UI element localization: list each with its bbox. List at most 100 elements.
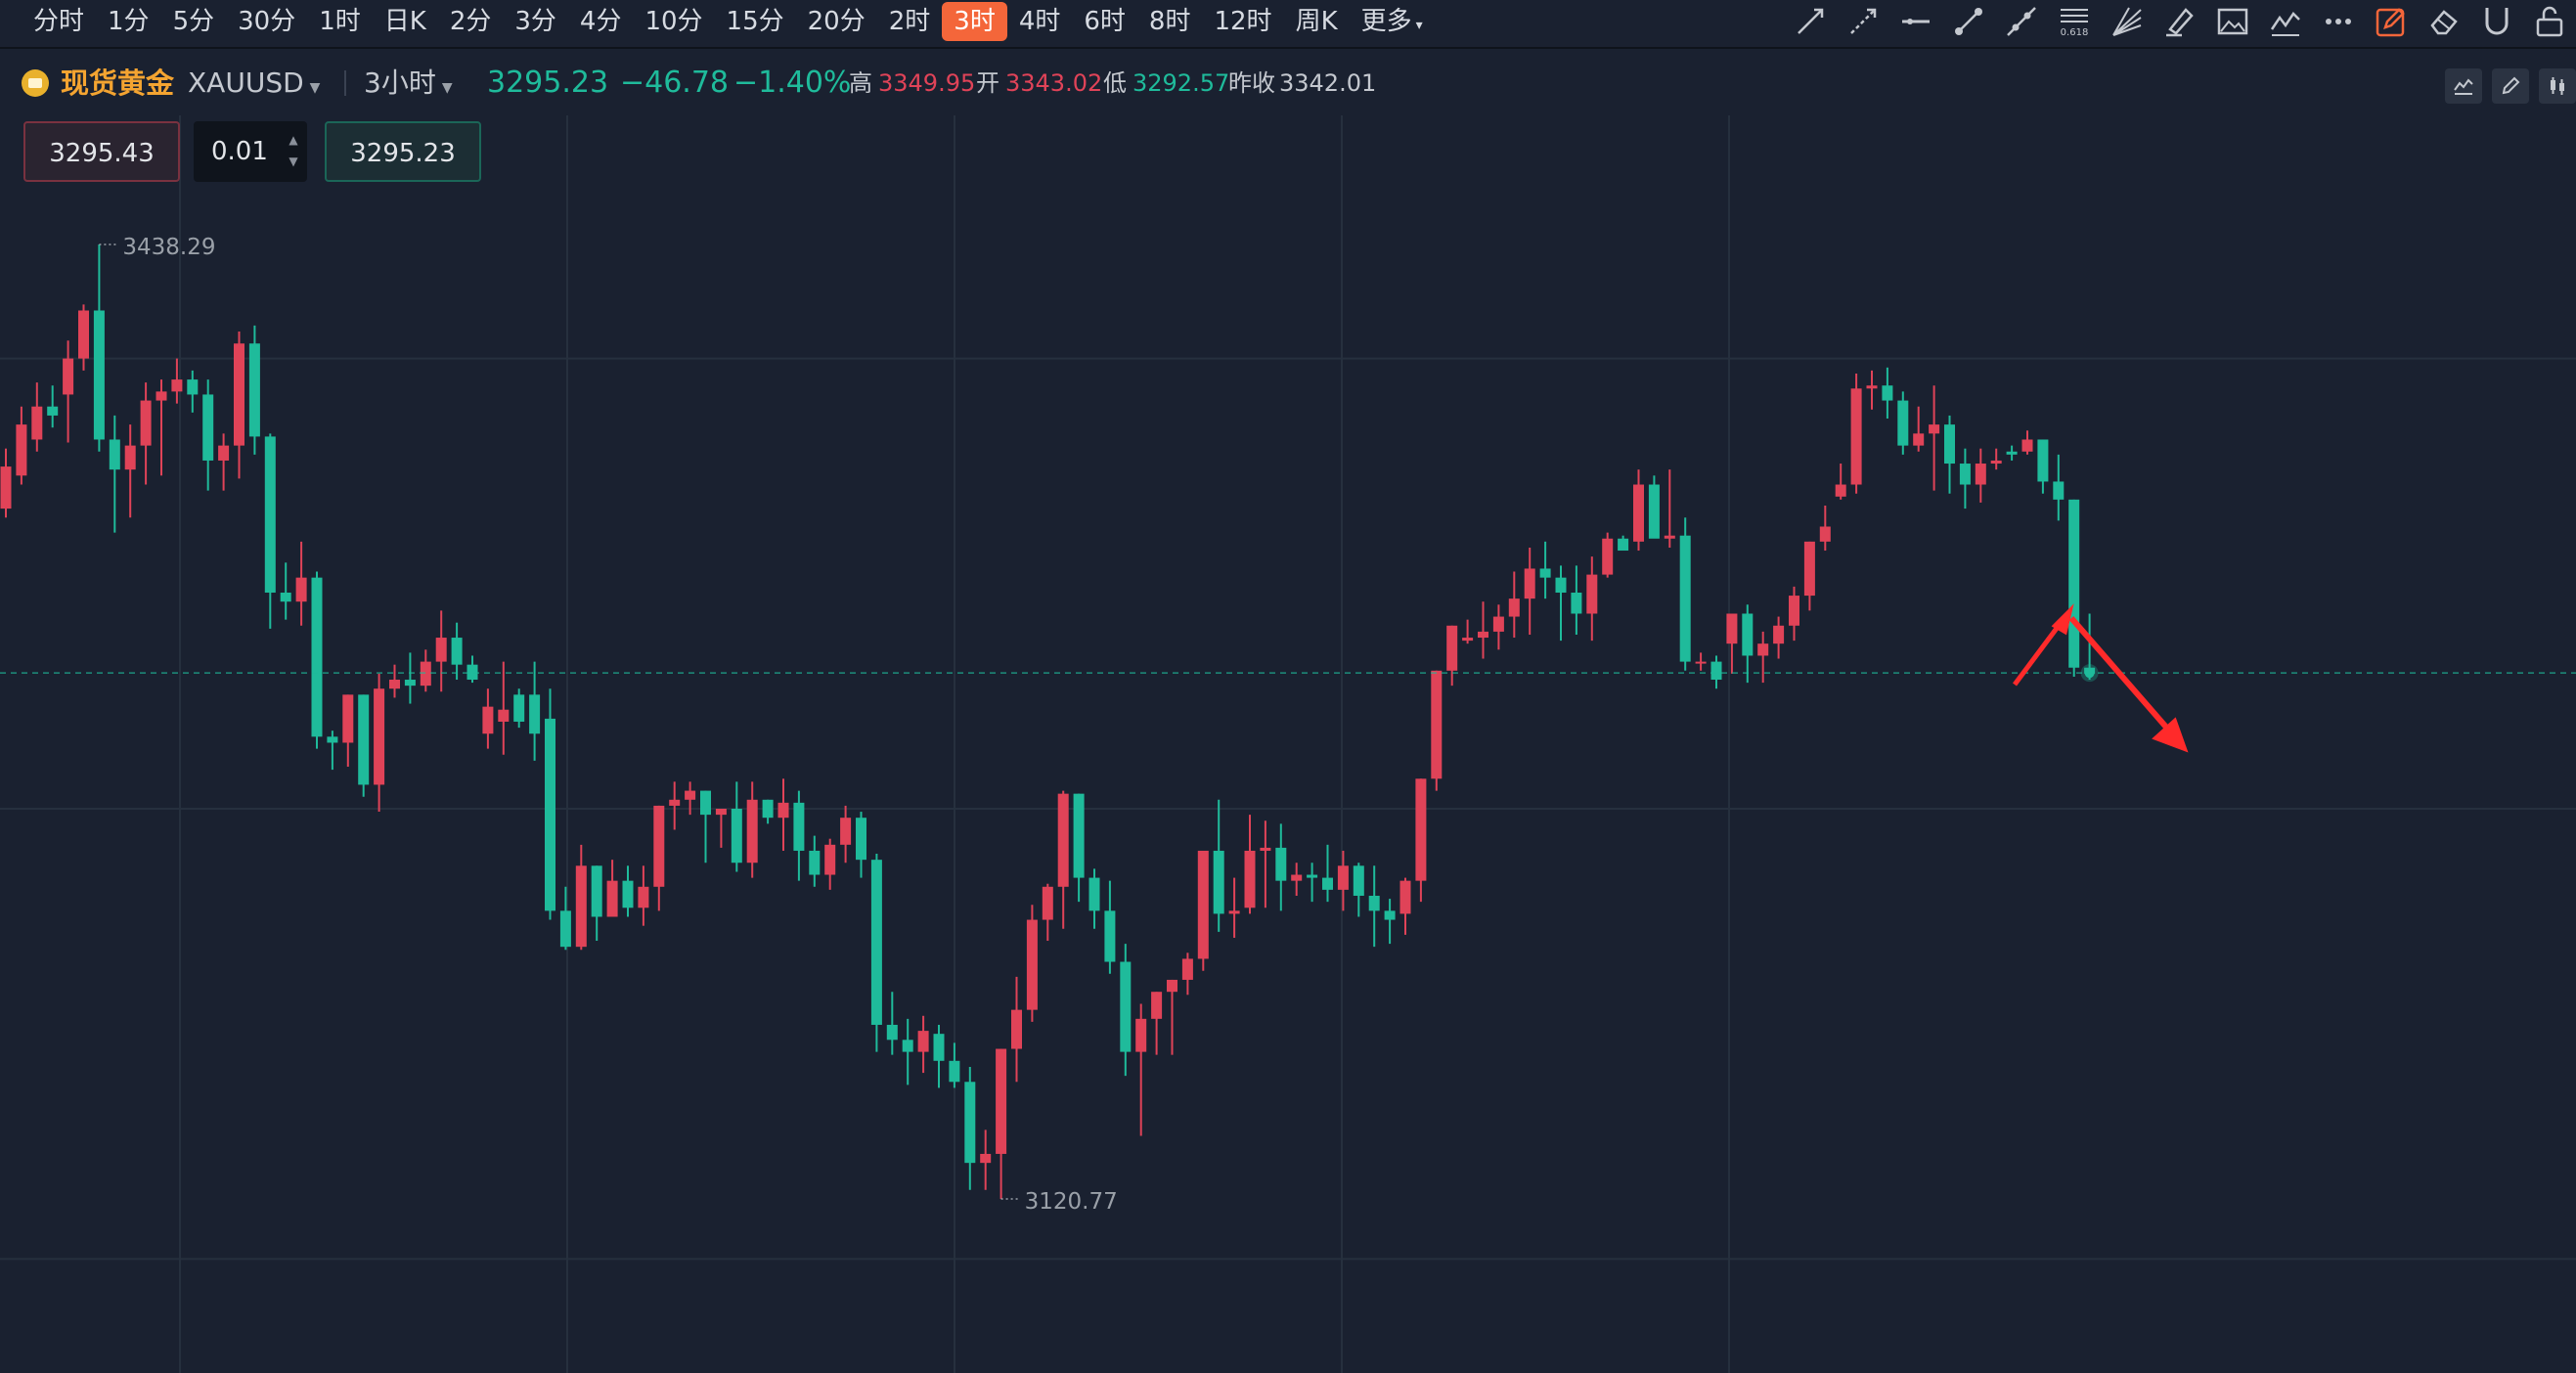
chart-type-button[interactable] bbox=[2539, 68, 2576, 104]
timeframe-tab[interactable]: 日K bbox=[373, 2, 438, 41]
timeframe-tab[interactable]: 更多 ▾ bbox=[1350, 2, 1435, 41]
candle-body-down bbox=[280, 593, 291, 602]
timeframe-tab[interactable]: 2分 bbox=[438, 2, 504, 41]
extended-line-icon bbox=[2007, 7, 2036, 36]
timeframe-tab[interactable]: 3时 bbox=[942, 2, 1007, 41]
candle-body-down bbox=[1648, 484, 1660, 539]
candle-body-down bbox=[47, 406, 59, 416]
timeframe-tab[interactable]: 2时 bbox=[877, 2, 943, 41]
timeframe-tab[interactable]: 12时 bbox=[1202, 2, 1283, 41]
sell-button[interactable]: 3295.43 bbox=[23, 121, 180, 182]
wave-tool[interactable] bbox=[2259, 0, 2312, 43]
timeframe-tab[interactable]: 1时 bbox=[307, 2, 373, 41]
draw-mode-icon bbox=[2376, 8, 2405, 37]
ray-tool[interactable] bbox=[1837, 0, 1889, 43]
candle-body-up bbox=[342, 694, 354, 743]
prev-close-value: 3342.01 bbox=[1279, 69, 1377, 97]
candle-body-up bbox=[1492, 616, 1504, 632]
more-tool[interactable] bbox=[2312, 0, 2365, 43]
timeframe-tab[interactable]: 4时 bbox=[1007, 2, 1073, 41]
trend-line-tool[interactable] bbox=[1784, 0, 1837, 43]
candle-body-up bbox=[715, 808, 727, 816]
candle-body-up bbox=[1773, 625, 1785, 644]
indicator-button[interactable] bbox=[2445, 68, 2482, 104]
candlestick-chart[interactable]: 3438.29 3120.77 bbox=[0, 0, 2576, 1373]
chevron-down-icon: ▾ bbox=[1415, 18, 1423, 33]
stepper-arrows-icon[interactable]: ▲ ▼ bbox=[286, 129, 301, 174]
timeframe-tab[interactable]: 15分 bbox=[715, 2, 796, 41]
candle-body-down bbox=[202, 394, 214, 461]
chevron-down-icon: ▼ bbox=[309, 80, 321, 96]
timeframe-tab[interactable]: 分时 bbox=[22, 2, 96, 41]
draw-mode-tool[interactable] bbox=[2365, 0, 2418, 43]
max-price-label: 3438.29 bbox=[122, 235, 215, 260]
candle-body-down bbox=[109, 439, 120, 470]
candle-body-up bbox=[1695, 661, 1707, 664]
candle-body-up bbox=[1913, 433, 1925, 446]
fibonacci-tool[interactable]: 0.618 bbox=[2048, 0, 2101, 43]
timeframe-tabs: 分时 1分 5分 30分 1时 日K 2分 3分 4分 10分 15分 20分 2时 3时 4时 6时 8时 12… bbox=[22, 0, 1435, 43]
high-label: 高 bbox=[849, 69, 872, 97]
candle-body-down bbox=[451, 638, 463, 665]
open-value: 3343.02 bbox=[1005, 69, 1103, 97]
timeframe-label: 更多 bbox=[1360, 7, 1412, 36]
candle-body-down bbox=[1944, 424, 1955, 465]
magnet-tool[interactable] bbox=[2470, 0, 2523, 43]
quantity-stepper[interactable]: 0.01 ▲ ▼ bbox=[194, 121, 307, 182]
candle-body-up bbox=[1462, 638, 1474, 642]
timeframe-tab[interactable]: 30分 bbox=[226, 2, 307, 41]
timeframe-label: 2分 bbox=[449, 7, 492, 36]
extended-line-tool[interactable] bbox=[1995, 0, 2048, 43]
candle-body-down bbox=[1959, 464, 1971, 485]
timeframe-tab[interactable]: 20分 bbox=[796, 2, 877, 41]
timeframe-tab[interactable]: 5分 bbox=[161, 2, 227, 41]
candle-body-up bbox=[1167, 979, 1177, 993]
low-value: 3292.57 bbox=[1133, 69, 1230, 97]
timeframe-tab[interactable]: 周K bbox=[1284, 2, 1350, 41]
segment-tool[interactable] bbox=[1942, 0, 1995, 43]
timeframe-tab[interactable]: 6时 bbox=[1072, 2, 1137, 41]
candle-body-down bbox=[1073, 793, 1085, 878]
open-label: 开 bbox=[976, 69, 999, 97]
timeframe-tab[interactable]: 10分 bbox=[633, 2, 714, 41]
timeframe-tab[interactable]: 1分 bbox=[96, 2, 161, 41]
lock-tool[interactable] bbox=[2523, 0, 2576, 43]
brush-tool[interactable] bbox=[2154, 0, 2206, 43]
symbol-code-dropdown[interactable]: XAUUSD ▼ bbox=[188, 61, 320, 106]
candle-body-down bbox=[1571, 593, 1582, 614]
candle-body-up bbox=[1291, 874, 1303, 881]
candle-body-up bbox=[1057, 793, 1069, 887]
candle-body-down bbox=[1213, 850, 1224, 914]
symbol-name[interactable]: 现货黄金 bbox=[61, 61, 174, 106]
candle-body-up bbox=[1011, 1009, 1022, 1049]
image-tool[interactable] bbox=[2206, 0, 2259, 43]
horizontal-line-tool[interactable] bbox=[1889, 0, 1942, 43]
candle-body-down bbox=[856, 818, 866, 861]
draw-button[interactable] bbox=[2492, 68, 2529, 104]
candle-icon bbox=[2551, 77, 2564, 95]
candle-body-up bbox=[840, 818, 852, 845]
candle-body-up bbox=[1181, 958, 1193, 980]
candle-body-down bbox=[404, 680, 416, 686]
timeframe-label: 15分 bbox=[726, 7, 784, 36]
price-change: −46.78 bbox=[620, 66, 730, 100]
timeframe-label: 3时 bbox=[954, 7, 996, 36]
candle-body-up bbox=[31, 406, 43, 440]
candle-body-up bbox=[1726, 613, 1738, 644]
timeframe-tab[interactable]: 4分 bbox=[568, 2, 634, 41]
timeframe-tab[interactable]: 3分 bbox=[503, 2, 568, 41]
timeframe-tab[interactable]: 8时 bbox=[1137, 2, 1203, 41]
symbol-code: XAUUSD bbox=[188, 66, 304, 99]
eraser-tool[interactable] bbox=[2418, 0, 2470, 43]
buy-button[interactable]: 3295.23 bbox=[325, 121, 481, 182]
candle-body-down bbox=[964, 1082, 976, 1164]
chart-background bbox=[0, 0, 2576, 1373]
timeframe-label: 分时 bbox=[33, 7, 85, 36]
candle-body-down bbox=[1897, 400, 1909, 446]
gann-fan-tool[interactable] bbox=[2101, 0, 2154, 43]
candle-body-up bbox=[1508, 598, 1520, 617]
period-dropdown[interactable]: 3小时 ▼ bbox=[364, 61, 453, 106]
candle-body-up bbox=[0, 466, 12, 509]
candle-body-up bbox=[1633, 484, 1644, 542]
timeframe-label: 1时 bbox=[319, 7, 361, 36]
